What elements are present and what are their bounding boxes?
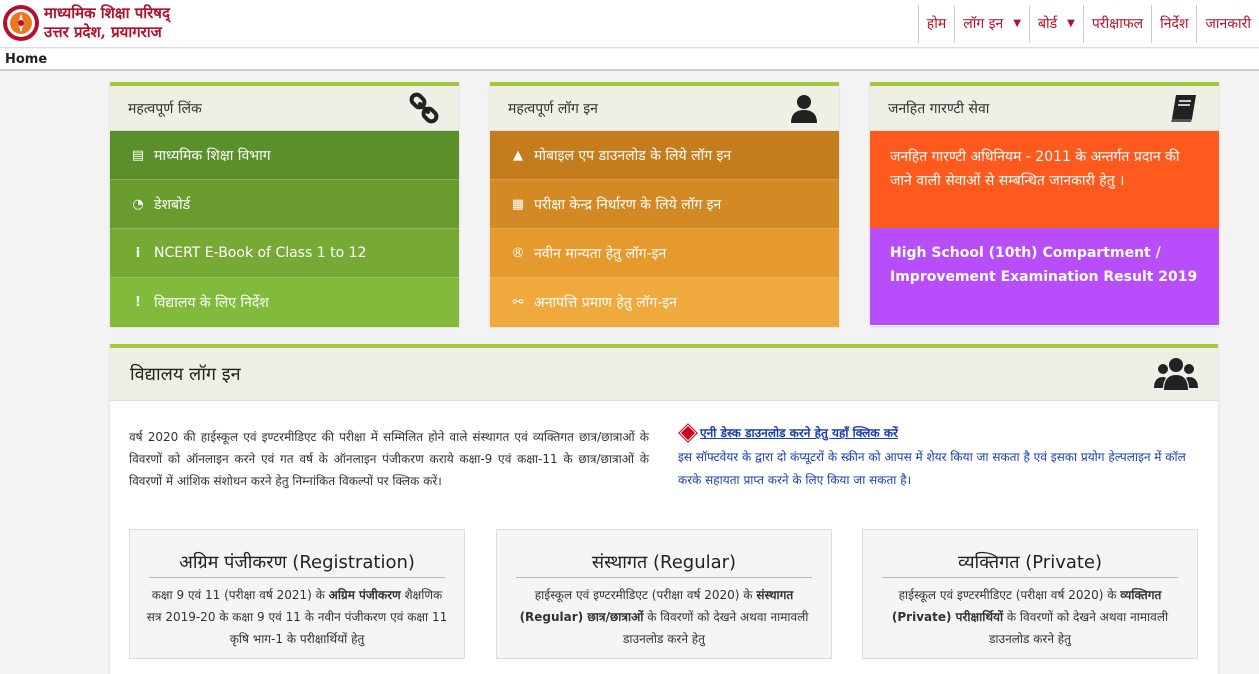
nav-results-label: परीक्षाफल — [1091, 16, 1144, 32]
important-links-header: महत्वपूर्ण लिंक — [110, 86, 459, 131]
registered-icon: ® — [511, 245, 525, 261]
important-logins-header: महत्वपूर्ण लॉग इन — [490, 86, 839, 131]
card-title: व्यक्तिगत (Private) — [882, 550, 1178, 578]
building-icon: ▦ — [511, 196, 525, 212]
site-header: माध्यमिक शिक्षा परिषद् उत्तर प्रदेश, प्र… — [0, 0, 1259, 48]
nav-board[interactable]: बोर्ड ▼ — [1029, 5, 1083, 43]
nav-home-label: होम — [926, 16, 947, 32]
caret-down-icon: ▼ — [1067, 18, 1075, 29]
login-new-recognition[interactable]: ® नवीन मान्यता हेतु लॉग-इन — [490, 229, 839, 278]
important-logins-title: महत्वपूर्ण लॉग इन — [508, 100, 598, 117]
compartment-result-link[interactable]: High School (10th) Compartment / Improve… — [870, 228, 1219, 325]
link-ncert-ebook[interactable]: i NCERT E-Book of Class 1 to 12 — [110, 229, 459, 278]
nav-board-label: बोर्ड — [1038, 16, 1058, 32]
card-title: अग्रिम पंजीकरण (Registration) — [149, 550, 445, 578]
login-exam-centre[interactable]: ▦ परीक्षा केन्द्र निर्धारण के लिये लॉग इ… — [490, 180, 839, 229]
school-login-header: विद्यालय लॉग इन — [110, 348, 1218, 401]
school-login-section: विद्यालय लॉग इन वर्ष 2020 की हाईस्कूल एव… — [110, 344, 1218, 674]
document-icon: ▤ — [131, 147, 145, 163]
nav-results[interactable]: परीक्षाफल — [1082, 5, 1151, 43]
brand-line-2: उत्तर प्रदेश, प्रयागराज — [44, 23, 162, 41]
private-card[interactable]: व्यक्तिगत (Private) हाईस्कूल एवं इण्टरमी… — [862, 529, 1198, 659]
card-text: के विवरणों को देखने अथवा नामावली डाउनलोड… — [988, 610, 1169, 646]
public-service-header: जनहित गारण्टी सेवा — [870, 86, 1219, 131]
link-school-instructions[interactable]: ! विद्यालय के लिए निर्देश — [110, 278, 459, 327]
public-service-act-link[interactable]: जनहित गारण्टी अधिनियम - 2011 के अन्तर्गत… — [870, 131, 1219, 228]
unlink-icon: ⚯ — [512, 295, 524, 310]
link-label: विद्यालय के लिए निर्देश — [154, 295, 269, 311]
nav-home[interactable]: होम — [917, 5, 954, 43]
nav-information-label: जानकारी — [1205, 16, 1251, 32]
dashboard-icon: ◔ — [132, 196, 144, 212]
card-title: संस्थागत (Regular) — [516, 550, 812, 578]
important-logins-panel: महत्वपूर्ण लॉग इन ▲ मोबाइल एप डाउनलोड के… — [490, 82, 839, 327]
book-icon — [1171, 95, 1196, 122]
login-label: अनापत्ति प्रमाण हेतु लॉग-इन — [534, 295, 677, 311]
card-text: के विवरणों को देखने अथवा नामावली डाउनलोड… — [622, 610, 809, 646]
login-label: नवीन मान्यता हेतु लॉग-इन — [534, 245, 667, 262]
android-icon: ▲ — [513, 147, 523, 163]
brand-line-1: माध्यमिक शिक्षा परिषद् — [44, 4, 170, 22]
link-label: NCERT E-Book of Class 1 to 12 — [154, 245, 367, 261]
link-icon — [409, 92, 439, 124]
important-links-title: महत्वपूर्ण लिंक — [128, 100, 202, 117]
link-label: डेशबोर्ड — [154, 196, 191, 213]
login-noc[interactable]: ⚯ अनापत्ति प्रमाण हेतु लॉग-इन — [490, 278, 839, 327]
link-dashboard[interactable]: ◔ डेशबोर्ड — [110, 180, 459, 229]
school-login-title: विद्यालय लॉग इन — [130, 364, 241, 385]
users-icon — [1154, 358, 1198, 390]
card-description: हाईस्कूल एवं इण्टरमीडिएट (परीक्षा वर्ष 2… — [863, 578, 1197, 650]
public-service-title: जनहित गारण्टी सेवा — [888, 100, 990, 117]
caret-down-icon: ▼ — [1013, 18, 1022, 29]
school-login-intro: वर्ष 2020 की हाईस्कूल एवं इण्टरमीडिएट की… — [129, 430, 649, 488]
breadcrumb-home[interactable]: Home — [5, 52, 47, 67]
breadcrumb: Home — [0, 49, 1259, 71]
nav-instructions-label: निर्देश — [1160, 16, 1189, 32]
info-icon: i — [135, 245, 141, 261]
card-description: हाईस्कूल एवं इण्टरमीडिएट (परीक्षा वर्ष 2… — [497, 578, 831, 650]
anydesk-download-link[interactable]: एनी डेस्क डाउनलोड करने हेतु यहाँ क्लिक क… — [679, 424, 898, 441]
anydesk-diamond-icon — [679, 424, 697, 441]
card-text: हाईस्कूल एवं इण्टरमीडिएट (परीक्षा वर्ष 2… — [898, 588, 1121, 602]
registration-card[interactable]: अग्रिम पंजीकरण (Registration) कक्षा 9 एव… — [129, 529, 465, 659]
nav-instructions[interactable]: निर्देश — [1151, 5, 1196, 43]
login-label: मोबाइल एप डाउनलोड के लिये लॉग इन — [534, 147, 732, 164]
public-service-panel: जनहित गारण्टी सेवा जनहित गारण्टी अधिनियम… — [870, 82, 1219, 326]
anydesk-link-label: एनी डेस्क डाउनलोड करने हेतु यहाँ क्लिक क… — [700, 426, 898, 440]
nav-information[interactable]: जानकारी — [1196, 5, 1259, 43]
user-icon — [791, 95, 817, 123]
card-text-bold: अग्रिम पंजीकरण — [328, 588, 401, 602]
nav-login[interactable]: लॉग इन ▼ — [954, 5, 1029, 43]
link-secondary-education-dept[interactable]: ▤ माध्यमिक शिक्षा विभाग — [110, 131, 459, 180]
emblem-logo[interactable] — [2, 3, 40, 43]
anydesk-description: इस सॉफ्टवेयर के द्वारा दो कंप्यूटरों के … — [678, 450, 1186, 487]
login-label: परीक्षा केन्द्र निर्धारण के लिये लॉग इन — [534, 196, 722, 213]
nav-login-label: लॉग इन — [963, 16, 1004, 32]
regular-card[interactable]: संस्थागत (Regular) हाईस्कूल एवं इण्टरमीड… — [496, 529, 832, 659]
link-label: माध्यमिक शिक्षा विभाग — [154, 147, 271, 164]
card-text: हाईस्कूल एवं इण्टरमीडिएट (परीक्षा वर्ष 2… — [534, 588, 757, 602]
card-text: कक्षा 9 एवं 11 (परीक्षा वर्ष 2021) के — [151, 588, 329, 602]
brand-name[interactable]: माध्यमिक शिक्षा परिषद् उत्तर प्रदेश, प्र… — [44, 4, 170, 42]
main-nav: होम लॉग इन ▼ बोर्ड ▼ परीक्षाफल निर्देश जान… — [917, 5, 1259, 43]
card-description: कक्षा 9 एवं 11 (परीक्षा वर्ष 2021) के अग… — [130, 578, 464, 650]
exclamation-icon: ! — [135, 295, 141, 310]
important-links-panel: महत्वपूर्ण लिंक ▤ माध्यमिक शिक्षा विभाग … — [110, 82, 459, 327]
login-mobile-app[interactable]: ▲ मोबाइल एप डाउनलोड के लिये लॉग इन — [490, 131, 839, 180]
